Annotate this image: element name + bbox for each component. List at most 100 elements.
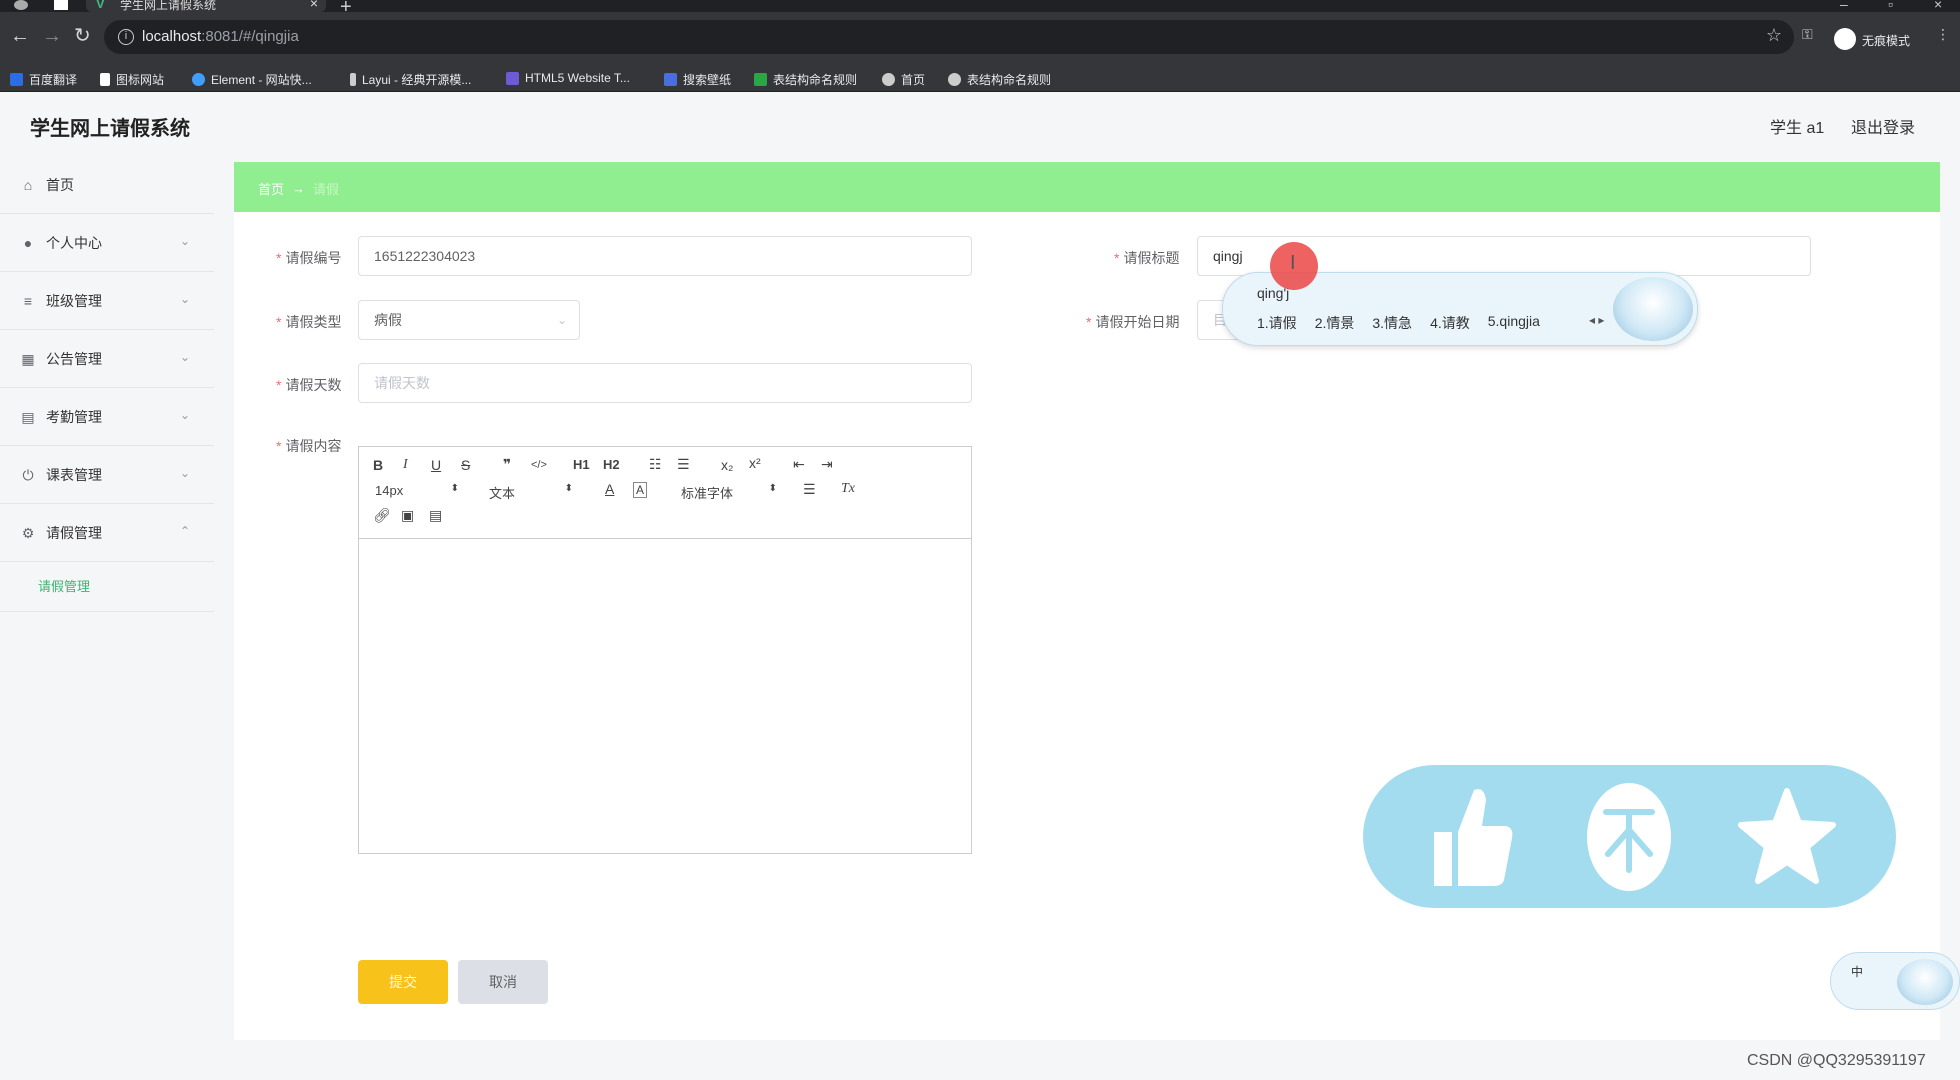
image-icon[interactable]: ▣ [401, 507, 414, 524]
menu-kebab-icon[interactable]: ⋮ [1936, 26, 1950, 43]
sidebar-item-schedule[interactable]: ⏻ 课表管理 ⌄ [0, 446, 214, 504]
close-window-icon[interactable]: × [1934, 0, 1942, 12]
favorite-button[interactable] [1727, 765, 1847, 908]
align-button[interactable]: ☰ [803, 481, 816, 498]
subscript-button[interactable]: x₂ [721, 457, 733, 473]
sidebar-item-class[interactable]: ≡ 班级管理 ⌄ [0, 272, 214, 330]
outdent-button[interactable]: ⇤ [793, 456, 805, 473]
bookmark-label: 图标网站 [116, 73, 165, 87]
editor-content-area[interactable] [359, 539, 971, 853]
strike-button[interactable]: S [461, 457, 470, 473]
bookmark-star-icon[interactable]: ☆ [1766, 25, 1782, 46]
leave-type-select[interactable]: 病假 ⌄ [358, 300, 580, 340]
sidebar: ⌂ 首页 ● 个人中心 ⌄ ≡ 班级管理 ⌄ ▦ 公告管理 ⌄ ▤ 考勤管理 ⌄… [0, 156, 214, 1080]
globe-icon [882, 73, 895, 86]
address-bar: ← → ↻ i localhost:8081/#/qingjia ☆ ⚿ 无痕模… [0, 12, 1960, 66]
close-tab-icon[interactable]: × [310, 0, 318, 10]
coin-button[interactable] [1569, 765, 1689, 908]
bookmark-item[interactable]: 搜索壁纸 [664, 71, 731, 88]
h2-button[interactable]: H2 [603, 457, 620, 472]
font-color-button[interactable]: A [605, 481, 614, 497]
bookmark-label: 百度翻译 [29, 73, 78, 87]
bookmark-item[interactable]: 百度翻译 [10, 71, 77, 88]
leave-days-input[interactable]: 请假天数 [358, 363, 972, 403]
sidebar-item-home[interactable]: ⌂ 首页 [0, 156, 214, 214]
editor-toolbar: B I U S ❞ </> H1 H2 ☷ ☰ x₂ x² ⇤ ⇥ 14px ⬍… [359, 447, 971, 539]
minimize-icon[interactable]: – [1840, 0, 1848, 12]
ime-candidate-list: 1.请假 2.情景 3.情急 4.请教 5.qingjia [1257, 313, 1540, 333]
sidebar-item-notice[interactable]: ▦ 公告管理 ⌄ [0, 330, 214, 388]
sidebar-item-attendance[interactable]: ▤ 考勤管理 ⌄ [0, 388, 214, 446]
browser-tab[interactable]: V 学生网上请假系统 × [86, 0, 326, 12]
breadcrumb-bar: 首页 → 请假 [234, 162, 1940, 212]
cancel-button[interactable]: 取消 [458, 960, 548, 1004]
key-icon[interactable]: ⚿ [1802, 26, 1813, 43]
block-type-select[interactable]: 文本 ⬍ [489, 483, 573, 502]
info-icon[interactable]: i [118, 29, 134, 45]
logout-link[interactable]: 退出登录 [1851, 114, 1915, 138]
url-field[interactable]: i localhost:8081/#/qingjia ☆ [104, 20, 1794, 54]
ime-status-widget[interactable]: 中 [1830, 952, 1960, 1010]
bookmark-label: 首页 [901, 73, 926, 87]
maximize-icon[interactable]: ▫ [1888, 0, 1893, 12]
breadcrumb-separator: → [292, 181, 306, 196]
blockquote-button[interactable]: ❞ [503, 456, 511, 473]
list-icon: ≡ [23, 292, 33, 309]
superscript-button[interactable]: x² [749, 455, 761, 471]
leave-type-label: * 请假类型 [276, 314, 342, 330]
url-text: localhost:8081/#/qingjia [142, 28, 299, 45]
italic-button[interactable]: I [403, 457, 408, 473]
app-header: 学生网上请假系统 学生 a1 退出登录 [0, 92, 1960, 156]
gear-icon: ⚙ [21, 524, 35, 541]
leave-no-input[interactable]: 1651222304023 [358, 236, 972, 276]
ime-candidate[interactable]: 3.情急 [1372, 313, 1412, 333]
bookmark-item[interactable]: Element - 网站快... [192, 71, 312, 88]
font-family-select[interactable]: 标准字体 ⬍ [681, 483, 777, 502]
sidebar-subitem-leave[interactable]: 请假管理 [0, 562, 214, 612]
ime-candidate[interactable]: 5.qingjia [1488, 313, 1540, 333]
spinner-icon: ⬍ [564, 483, 573, 494]
chevron-down-icon: ⌄ [556, 313, 567, 327]
bookmark-item[interactable]: 图标网站 [100, 71, 164, 88]
forward-icon[interactable]: → [42, 26, 62, 46]
rich-text-editor: B I U S ❞ </> H1 H2 ☷ ☰ x₂ x² ⇤ ⇥ 14px ⬍… [358, 446, 972, 854]
font-family-value: 标准字体 [681, 486, 734, 501]
ime-candidate[interactable]: 2.情景 [1315, 313, 1355, 333]
sidebar-item-label: 班级管理 [46, 292, 102, 309]
incognito-icon[interactable] [1834, 28, 1856, 50]
font-size-select[interactable]: 14px ⬍ [375, 483, 459, 498]
bg-color-button[interactable]: A [633, 482, 648, 498]
bullet-list-button[interactable]: ☰ [677, 456, 690, 473]
tab-title: 学生网上请假系统 [120, 0, 217, 12]
underline-button[interactable]: U [431, 457, 441, 473]
indent-button[interactable]: ⇥ [821, 456, 833, 473]
like-button[interactable] [1411, 765, 1531, 908]
leave-content-label: * 请假内容 [276, 438, 342, 454]
h1-button[interactable]: H1 [573, 457, 590, 472]
code-button[interactable]: </> [531, 459, 547, 471]
bold-button[interactable]: B [373, 457, 383, 473]
submit-button[interactable]: 提交 [358, 960, 448, 1004]
bookmarks-bar: 百度翻译 图标网站 Element - 网站快... Layui - 经典开源模… [0, 66, 1960, 92]
bookmark-label: HTML5 Website T... [525, 71, 630, 85]
bookmark-item[interactable]: 首页 [882, 71, 925, 88]
bookmark-item[interactable]: Layui - 经典开源模... [350, 71, 471, 88]
html5-icon [506, 71, 519, 85]
bookmark-item[interactable]: 表结构命名规则 [754, 71, 857, 88]
breadcrumb-home[interactable]: 首页 [258, 179, 284, 198]
link-icon[interactable]: 🔗︎ [373, 507, 391, 524]
ime-page-arrows-icon[interactable]: ◂ ▸ [1589, 313, 1604, 327]
video-icon[interactable]: ▤ [429, 507, 442, 524]
sidebar-item-leave[interactable]: ⚙ 请假管理 ⌃ [0, 504, 214, 562]
sidebar-item-profile[interactable]: ● 个人中心 ⌄ [0, 214, 214, 272]
ime-candidate[interactable]: 1.请假 [1257, 313, 1297, 333]
bookmark-item[interactable]: 表结构命名规则 [948, 71, 1051, 88]
ordered-list-button[interactable]: ☷ [649, 456, 662, 473]
watermark: CSDN @QQ3295391197 [1747, 1052, 1926, 1069]
clean-format-button[interactable]: Tx [841, 481, 855, 497]
bookmark-item[interactable]: HTML5 Website T... [506, 71, 630, 85]
reload-icon[interactable]: ↻ [74, 26, 91, 46]
chevron-down-icon: ⌄ [179, 292, 190, 306]
back-icon[interactable]: ← [10, 26, 30, 46]
ime-candidate[interactable]: 4.请教 [1430, 313, 1470, 333]
